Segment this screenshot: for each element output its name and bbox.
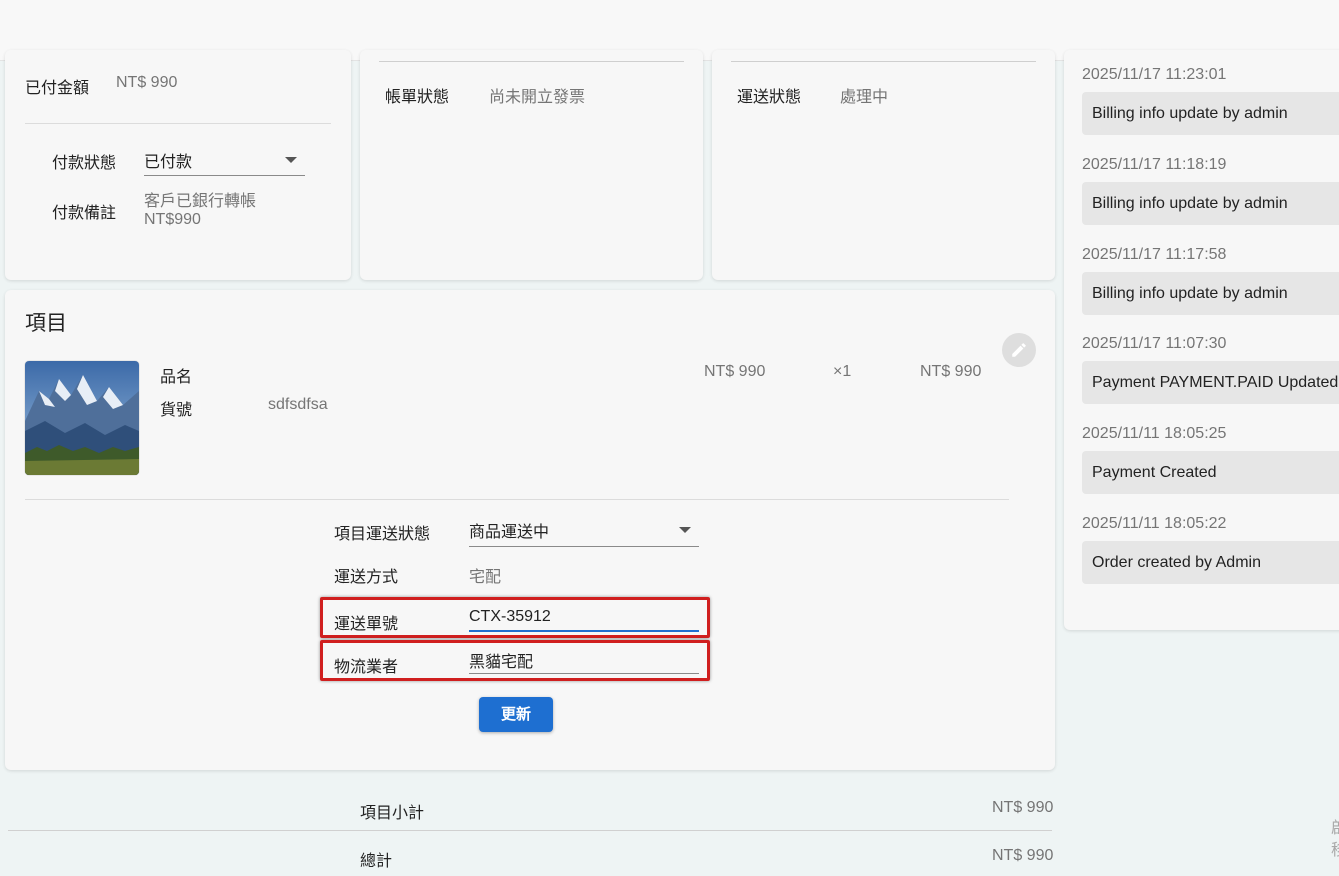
paid-amount-label: 已付金額 xyxy=(25,80,90,97)
history-timestamp: 2025/11/17 11:23:01 xyxy=(1082,66,1227,83)
payment-status-label: 付款狀態 xyxy=(52,155,117,172)
total-label: 總計 xyxy=(360,853,393,870)
payment-note-line1: 客戶已銀行轉帳 xyxy=(144,193,257,210)
update-button[interactable]: 更新 xyxy=(479,697,553,732)
payment-status-select[interactable]: 已付款 xyxy=(144,148,305,176)
history-timestamp: 2025/11/11 18:05:22 xyxy=(1082,515,1227,532)
history-entry: Billing info update by admin xyxy=(1082,92,1339,135)
item-sku-value: sdfsdfsa xyxy=(268,396,328,413)
item-ship-status-label: 項目運送狀態 xyxy=(334,526,431,543)
mountain-image xyxy=(25,361,139,475)
divider xyxy=(731,61,1036,62)
history-entry: Billing info update by admin xyxy=(1082,182,1339,225)
history-entry: Order created by Admin xyxy=(1082,541,1339,584)
shipping-status-label: 運送狀態 xyxy=(737,89,802,106)
highlight-box xyxy=(320,640,710,681)
item-unit-price: NT$ 990 xyxy=(704,363,766,380)
highlight-box xyxy=(320,597,710,638)
history-entry: Payment PAYMENT.PAID Updated xyxy=(1082,361,1339,404)
item-ship-status-select[interactable]: 商品運送中 xyxy=(469,518,699,547)
caret-down-icon xyxy=(679,527,691,533)
items-title: 項目 xyxy=(25,312,67,335)
pencil-icon xyxy=(1012,343,1026,357)
ship-method-label: 運送方式 xyxy=(334,569,399,586)
item-ship-status-value: 商品運送中 xyxy=(469,524,550,541)
product-image xyxy=(25,361,139,475)
billing-status-label: 帳單狀態 xyxy=(385,89,450,106)
divider xyxy=(25,499,1009,500)
subtotal-value: NT$ 990 xyxy=(992,799,1054,816)
history-timestamp: 2025/11/17 11:17:58 xyxy=(1082,246,1227,263)
item-name-label: 品名 xyxy=(160,369,193,386)
total-value: NT$ 990 xyxy=(992,847,1054,864)
item-sku-label: 貨號 xyxy=(160,402,193,419)
billing-status-value: 尚未開立發票 xyxy=(489,89,586,106)
caret-down-icon xyxy=(285,157,297,163)
payment-note-label: 付款備註 xyxy=(52,205,117,222)
ship-method-value: 宅配 xyxy=(469,569,502,586)
edit-item-button[interactable] xyxy=(1002,333,1036,367)
history-entry: Payment Created xyxy=(1082,451,1339,494)
payment-status-value: 已付款 xyxy=(144,154,193,171)
payment-note-line2: NT$990 xyxy=(144,211,201,228)
shipping-status-value: 處理中 xyxy=(840,89,889,106)
history-timestamp: 2025/11/11 18:05:25 xyxy=(1082,425,1227,442)
history-entry: Billing info update by admin xyxy=(1082,272,1339,315)
edge-text: 啟 xyxy=(1331,814,1339,838)
subtotal-label: 項目小計 xyxy=(360,805,425,822)
paid-amount-value: NT$ 990 xyxy=(116,74,178,91)
edge-text: 移 xyxy=(1331,836,1339,860)
history-timestamp: 2025/11/17 11:07:30 xyxy=(1082,335,1227,352)
item-total: NT$ 990 xyxy=(920,363,982,380)
history-timestamp: 2025/11/17 11:18:19 xyxy=(1082,156,1227,173)
divider xyxy=(8,830,1052,831)
divider xyxy=(379,61,684,62)
item-quantity: ×1 xyxy=(833,363,852,380)
divider xyxy=(25,123,331,124)
